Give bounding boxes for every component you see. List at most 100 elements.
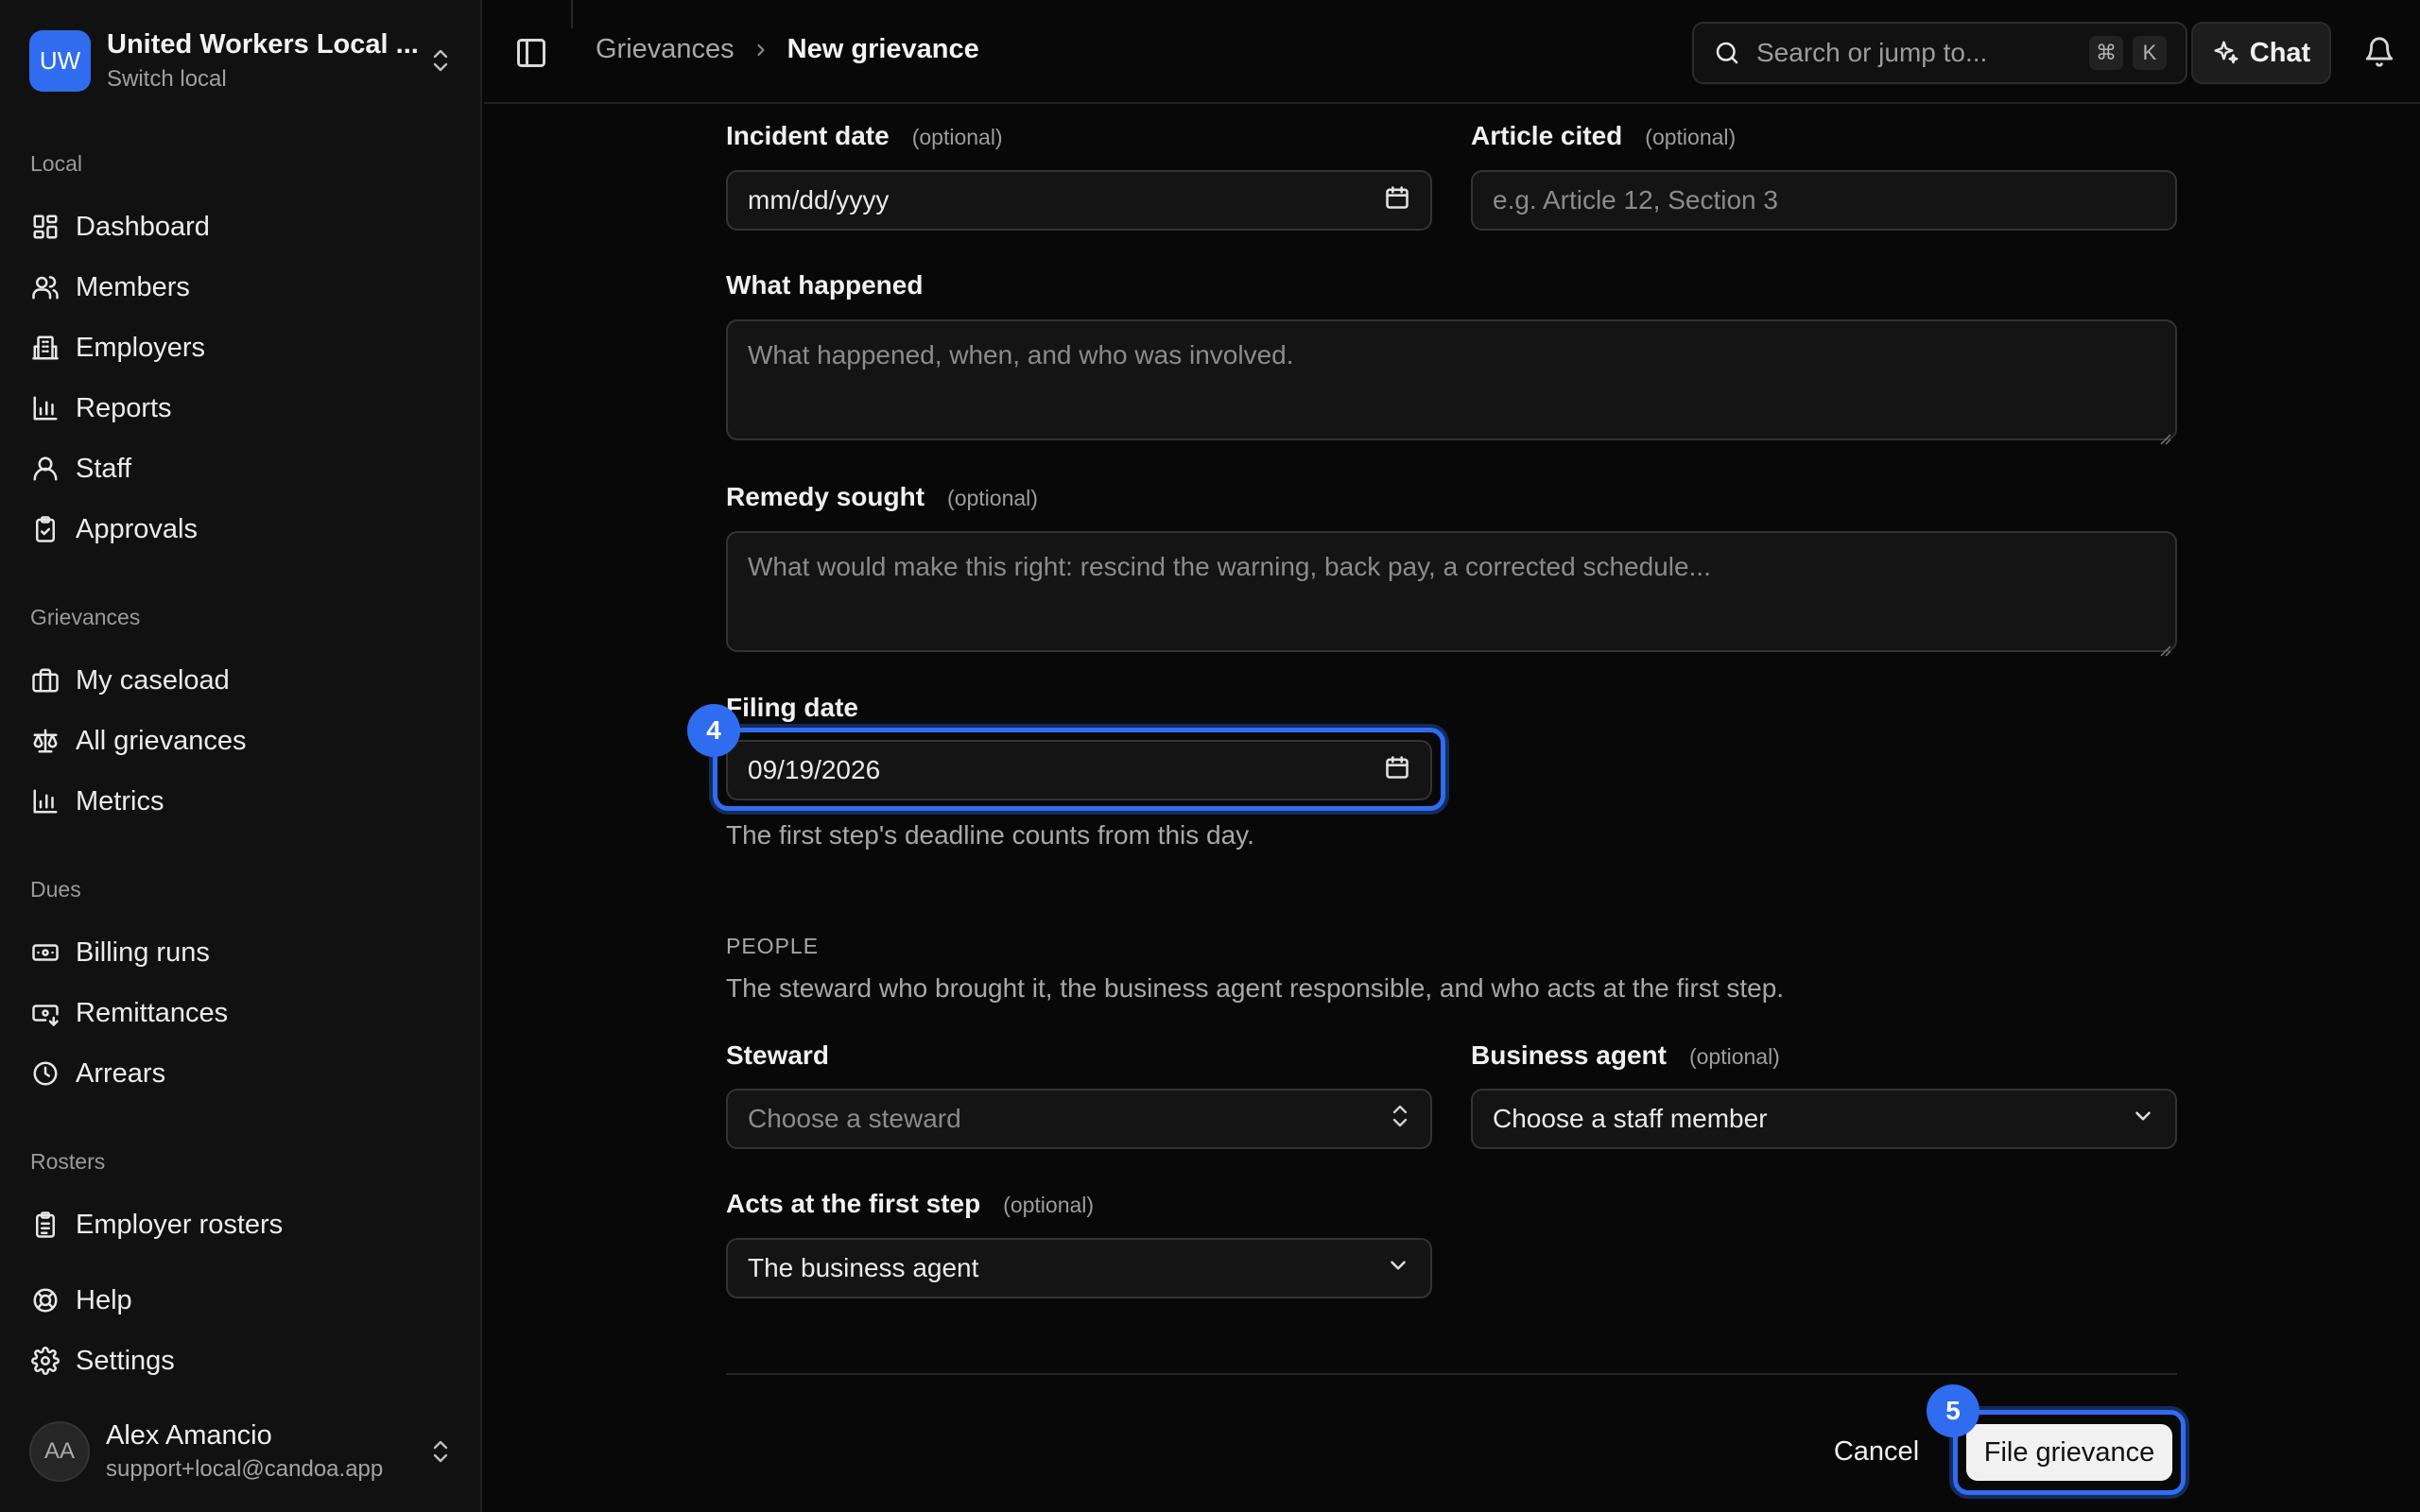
sidebar-item-label: All grievances — [76, 725, 247, 756]
sidebar-item-label: Metrics — [76, 785, 164, 816]
article-cited-placeholder: e.g. Article 12, Section 3 — [1493, 185, 1778, 215]
sidebar-item-metrics[interactable]: Metrics — [30, 777, 456, 826]
filing-date-input[interactable]: 09/19/2026 — [726, 740, 1432, 800]
chevron-right-icon — [752, 41, 770, 60]
sidebar-item-employers[interactable]: Employers — [30, 323, 456, 372]
sidebar-item-help[interactable]: Help — [30, 1276, 456, 1325]
filing-date-label: Filing date — [726, 693, 858, 722]
sidebar-item-label: Billing runs — [76, 936, 210, 968]
sidebar-item-remittances[interactable]: Remittances — [30, 988, 456, 1038]
sidebar-item-label: Remittances — [76, 997, 229, 1028]
chevron-down-icon — [1386, 1253, 1410, 1284]
remedy-sought-label: Remedy sought (optional) — [726, 482, 1038, 511]
sidebar-item-approvals[interactable]: Approvals — [30, 505, 456, 554]
article-cited-input[interactable]: e.g. Article 12, Section 3 — [1471, 170, 2177, 231]
search-input[interactable]: Search or jump to... ⌘ K — [1692, 22, 2187, 84]
sidebar-item-label: Reports — [76, 392, 172, 423]
business-agent-select[interactable]: Choose a staff member — [1471, 1089, 2177, 1149]
breadcrumb: Grievances New grievance — [596, 34, 979, 65]
breadcrumb-current: New grievance — [786, 34, 979, 64]
section-label-rosters: Rosters — [30, 1149, 106, 1174]
section-label-dues: Dues — [30, 877, 81, 902]
sidebar-item-reports[interactable]: Reports — [30, 384, 456, 433]
chat-button[interactable]: Chat — [2191, 22, 2331, 84]
sidebar-item-label: My caseload — [76, 664, 230, 696]
first-step-select[interactable]: The business agent — [726, 1238, 1432, 1298]
org-logo: UW — [29, 29, 91, 92]
people-heading: PEOPLE — [726, 934, 820, 958]
user-name: Alex Amancio — [106, 1420, 272, 1451]
sidebar-item-label: Approvals — [76, 513, 198, 544]
filing-date-help: The first step's deadline counts from th… — [726, 820, 1254, 850]
sidebar-item-billing-runs[interactable]: Billing runs — [30, 928, 456, 977]
banknote-arrow-icon — [30, 998, 60, 1028]
sparkles-icon — [2212, 39, 2240, 67]
breadcrumb-grievances[interactable]: Grievances — [596, 34, 735, 65]
user-email: support+local@candoa.app — [106, 1456, 384, 1482]
chat-label: Chat — [2249, 37, 2311, 68]
sidebar-item-all-grievances[interactable]: All grievances — [30, 716, 456, 765]
search-placeholder: Search or jump to... — [1756, 38, 1988, 67]
user-menu[interactable]: AA Alex Amancio support+local@candoa.app — [29, 1418, 455, 1486]
calendar-icon[interactable] — [1384, 184, 1410, 217]
sidebar-item-label: Help — [76, 1284, 132, 1315]
step-badge: 4 — [687, 704, 740, 757]
bar-chart-icon — [30, 393, 60, 423]
sidebar: UW United Workers Local ... Switch local… — [0, 0, 482, 1512]
sidebar-item-label: Settings — [76, 1345, 175, 1376]
chevrons-up-down-icon — [426, 1433, 455, 1470]
sidebar-item-settings[interactable]: Settings — [30, 1336, 456, 1385]
what-happened-textarea[interactable]: What happened, when, and who was involve… — [726, 319, 2177, 445]
first-step-value: The business agent — [748, 1253, 979, 1282]
bar-chart-icon — [30, 786, 60, 816]
sidebar-item-label: Employers — [76, 332, 205, 363]
remedy-sought-placeholder: What would make this right: rescind the … — [748, 552, 1711, 581]
resize-handle-icon[interactable] — [2158, 421, 2171, 445]
sidebar-item-staff[interactable]: Staff — [30, 444, 456, 493]
resize-handle-icon[interactable] — [2158, 633, 2171, 657]
remedy-sought-textarea[interactable]: What would make this right: rescind the … — [726, 531, 2177, 657]
avatar: AA — [29, 1421, 90, 1482]
search-icon — [1713, 39, 1741, 67]
sidebar-item-label: Arrears — [76, 1057, 166, 1089]
building-icon — [30, 333, 60, 363]
people-description: The steward who brought it, the business… — [726, 973, 1785, 1003]
members-icon — [30, 272, 60, 302]
sidebar-item-label: Members — [76, 271, 190, 302]
sidebar-item-my-caseload[interactable]: My caseload — [30, 656, 456, 705]
sidebar-item-label: Staff — [76, 453, 132, 484]
calendar-icon[interactable] — [1384, 754, 1410, 787]
first-step-label: Acts at the first step (optional) — [726, 1189, 1095, 1218]
bell-icon[interactable] — [2363, 36, 2395, 68]
sidebar-toggle-icon[interactable] — [514, 36, 548, 70]
sidebar-item-employer-rosters[interactable]: Employer rosters — [30, 1200, 456, 1249]
sidebar-item-dashboard[interactable]: Dashboard — [30, 202, 456, 251]
clipboard-check-icon — [30, 514, 60, 544]
sidebar-item-arrears[interactable]: Arrears — [30, 1049, 456, 1098]
sidebar-item-members[interactable]: Members — [30, 263, 456, 312]
cancel-button[interactable]: Cancel — [1820, 1425, 1933, 1478]
org-switcher[interactable]: UW United Workers Local ... Switch local — [29, 27, 455, 94]
steward-placeholder: Choose a steward — [748, 1104, 961, 1133]
file-grievance-button[interactable]: File grievance — [1966, 1424, 2172, 1481]
what-happened-label: What happened — [726, 270, 924, 300]
clock-icon — [30, 1058, 60, 1089]
dashboard-icon — [30, 212, 60, 242]
chevron-down-icon — [2131, 1104, 2155, 1135]
sidebar-item-label: Dashboard — [76, 211, 210, 242]
gear-icon — [30, 1346, 60, 1376]
incident-date-placeholder: mm/dd/yyyy — [748, 185, 890, 215]
sidebar-item-label: Employer rosters — [76, 1209, 284, 1240]
section-label-grievances: Grievances — [30, 605, 141, 629]
what-happened-placeholder: What happened, when, and who was involve… — [748, 340, 1294, 369]
chevrons-up-down-icon — [426, 42, 455, 79]
steward-select[interactable]: Choose a steward — [726, 1089, 1432, 1149]
briefcase-icon — [30, 665, 60, 696]
chevrons-up-down-icon — [1390, 1102, 1410, 1137]
lifebuoy-icon — [30, 1285, 60, 1315]
org-switch-label: Switch local — [107, 65, 227, 92]
clipboard-list-icon — [30, 1210, 60, 1240]
divider — [726, 1373, 2177, 1375]
incident-date-input[interactable]: mm/dd/yyyy — [726, 170, 1432, 231]
incident-date-label: Incident date (optional) — [726, 121, 1003, 150]
